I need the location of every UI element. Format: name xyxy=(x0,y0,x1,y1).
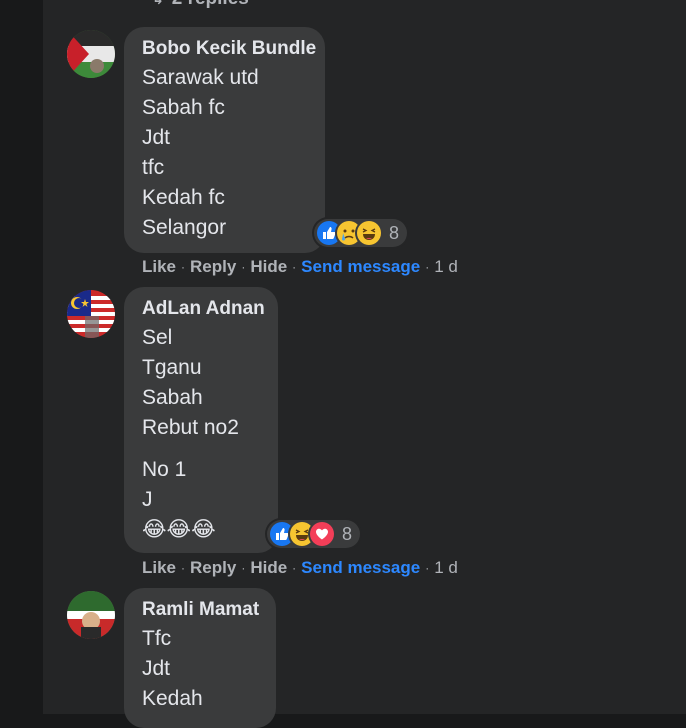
comment-line: Jdt xyxy=(142,657,171,680)
comment-line: No 1 xyxy=(142,458,187,481)
send-message-button[interactable]: Send message xyxy=(301,558,420,578)
reactions-summary[interactable]: 8 xyxy=(267,520,361,548)
hide-button[interactable]: Hide xyxy=(250,558,287,578)
like-button[interactable]: Like xyxy=(142,257,176,277)
comment-bubble: Bobo Kecik Bundle Sarawak utd Sabah fc J… xyxy=(124,27,325,253)
separator-dot: · xyxy=(241,260,246,274)
reaction-count: 8 xyxy=(389,222,400,243)
separator-dot: · xyxy=(241,561,246,575)
reactions-summary[interactable]: 8 xyxy=(314,219,408,247)
separator-dot: · xyxy=(425,561,430,575)
comment-line: Sel xyxy=(142,326,173,349)
comment-line: Kedah xyxy=(142,687,203,710)
separator-dot: · xyxy=(181,561,186,575)
reaction-count: 8 xyxy=(342,523,353,544)
comment-line: tfc xyxy=(142,156,165,179)
replies-label: 2 replies xyxy=(172,0,249,10)
reply-button[interactable]: Reply xyxy=(190,558,236,578)
separator-dot: · xyxy=(292,561,297,575)
view-replies-link[interactable]: ↳ 2 replies xyxy=(152,0,249,10)
comment-line: Selangor xyxy=(142,216,227,239)
comment-timestamp[interactable]: 1 d xyxy=(434,558,458,578)
separator-dot: · xyxy=(292,260,297,274)
left-sidebar-strip xyxy=(0,0,43,714)
comment-author[interactable]: Ramli Mamat xyxy=(142,598,259,622)
comment-line: Tganu xyxy=(142,356,202,379)
comment-line: Sarawak utd xyxy=(142,66,259,89)
like-button[interactable]: Like xyxy=(142,558,176,578)
comment-bubble: AdLan Adnan Sel Tganu Sabah Rebut no2 No… xyxy=(124,287,278,553)
avatar[interactable] xyxy=(67,30,115,78)
comment-author[interactable]: AdLan Adnan xyxy=(142,297,265,321)
comment-actions: Like · Reply · Hide · Send message · 1 d xyxy=(142,558,458,578)
separator-dot: · xyxy=(181,260,186,274)
love-icon xyxy=(310,522,334,546)
send-message-button[interactable]: Send message xyxy=(301,257,420,277)
separator-dot: · xyxy=(425,260,430,274)
comment-author[interactable]: Bobo Kecik Bundle xyxy=(142,37,316,61)
avatar[interactable] xyxy=(67,290,115,338)
avatar-image xyxy=(67,30,115,78)
comment-actions: Like · Reply · Hide · Send message · 1 d xyxy=(142,257,458,277)
comment-bubble: Ramli Mamat Tfc Jdt Kedah xyxy=(124,588,276,728)
avatar[interactable] xyxy=(67,591,115,639)
comment-timestamp[interactable]: 1 d xyxy=(434,257,458,277)
avatar-image xyxy=(67,591,115,639)
comment-line: Sabah fc xyxy=(142,96,225,119)
haha-icon xyxy=(357,221,381,245)
avatar-image xyxy=(67,290,115,338)
reply-button[interactable]: Reply xyxy=(190,257,236,277)
comment-emoji-line: 😂😂😂 xyxy=(142,518,216,541)
reply-arrow-icon: ↳ xyxy=(152,0,164,8)
comment-line: Tfc xyxy=(142,627,172,650)
comment-line: J xyxy=(142,488,153,511)
comment-line: Jdt xyxy=(142,126,171,149)
comment-line: Rebut no2 xyxy=(142,416,239,439)
hide-button[interactable]: Hide xyxy=(250,257,287,277)
comment-line: Sabah xyxy=(142,386,203,409)
comment-line: Kedah fc xyxy=(142,186,225,209)
